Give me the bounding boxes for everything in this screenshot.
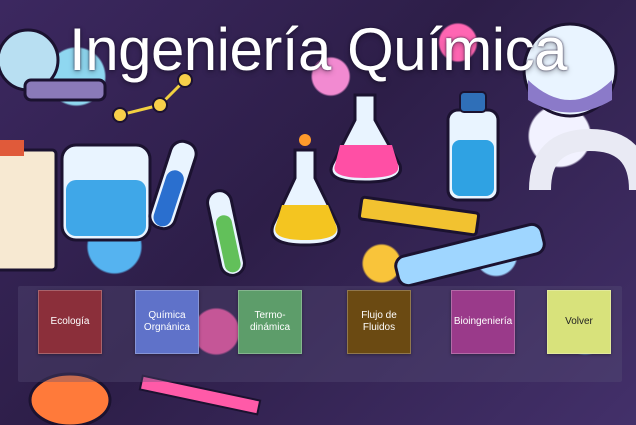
button-label: Bioingeniería [453, 316, 513, 327]
button-label: Termo-dinámica [249, 310, 291, 333]
button-label: Química Orgnánica [143, 310, 191, 333]
bioingenieria-button[interactable]: Bioingeniería [451, 290, 515, 354]
page-title: Ingeniería Química [69, 16, 567, 83]
quimica-organica-button[interactable]: Química Orgnánica [135, 290, 199, 354]
button-label: Ecología [50, 316, 90, 327]
button-label: Flujo de Fluidos [361, 310, 397, 333]
flujo-de-fluidos-button[interactable]: Flujo de Fluidos [347, 290, 411, 354]
termodinamica-button[interactable]: Termo-dinámica [238, 290, 302, 354]
ecologia-button[interactable]: Ecología [38, 290, 102, 354]
volver-button[interactable]: Volver [547, 290, 611, 354]
button-label: Volver [565, 316, 593, 327]
menu-panel [18, 286, 622, 382]
